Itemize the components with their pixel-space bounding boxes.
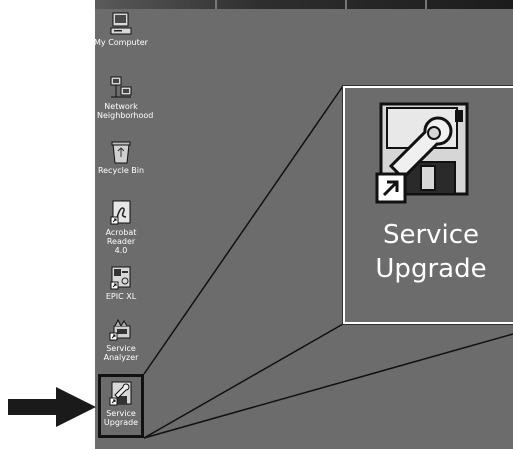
callout-line-top (143, 85, 344, 375)
pointer-arrow-icon (8, 387, 96, 427)
callout-line-bottom-left (143, 323, 344, 439)
zoom-icon-label: Service Upgrade (345, 218, 513, 286)
zoom-label-line1: Service (382, 220, 480, 250)
zoom-label-line2: Upgrade (375, 254, 487, 284)
zoom-callout: Service Upgrade (343, 86, 513, 324)
service-upgrade-large-icon (375, 102, 469, 204)
callout-line-bottom-right (143, 333, 513, 439)
